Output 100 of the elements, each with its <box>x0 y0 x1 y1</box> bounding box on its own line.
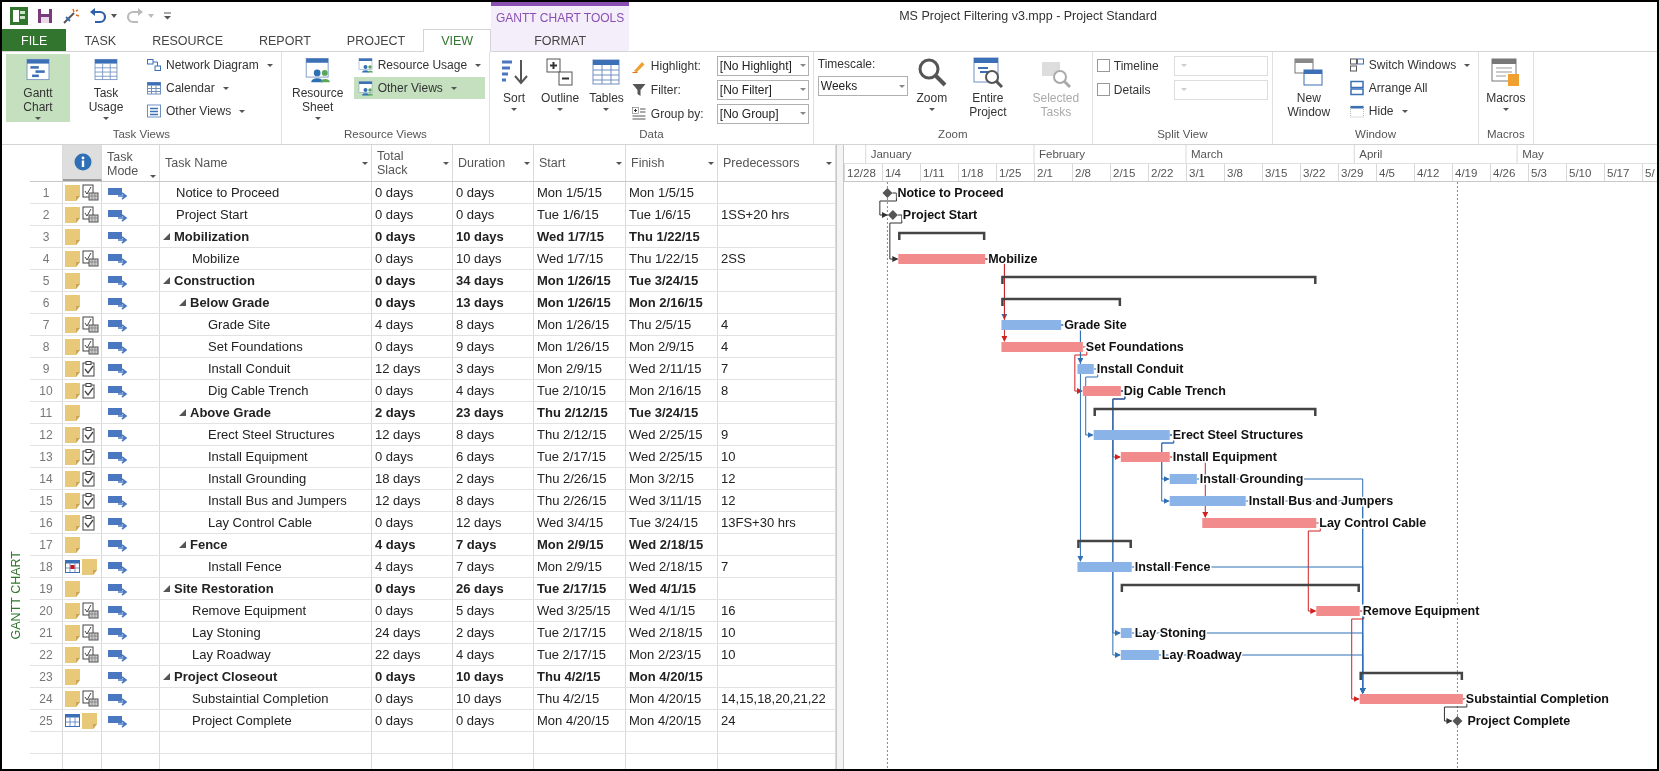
undo-icon[interactable] <box>89 7 107 24</box>
ribbon-button[interactable]: Sort <box>494 54 535 122</box>
summary-bar[interactable] <box>1359 671 1464 680</box>
summary-bar[interactable] <box>1001 275 1317 284</box>
auto-scheduled-icon <box>108 493 128 508</box>
caret-icon[interactable] <box>150 175 156 178</box>
summary-bar[interactable] <box>1001 297 1122 306</box>
week-label: 4/19 <box>1455 167 1478 179</box>
ribbon-button[interactable]: Other Views <box>353 77 486 99</box>
ribbon-button[interactable]: Resource Sheet <box>285 54 350 122</box>
milestone-diamond[interactable] <box>882 188 893 198</box>
field-label: Group by: <box>650 106 705 121</box>
ribbon-button[interactable]: Network Diagram <box>142 54 277 76</box>
table-cell: 2 days <box>372 402 453 423</box>
bar-label: Mobilize <box>988 252 1038 266</box>
bar-label: Erect Steel Structures <box>1172 428 1304 442</box>
ribbon-button[interactable]: Arrange All <box>1344 77 1475 99</box>
ribbon-button[interactable]: Tables <box>586 54 627 122</box>
table-cell: Mon 2/16/15 <box>626 380 718 401</box>
row-number: 24 <box>30 688 63 709</box>
table-cell: 7 <box>721 559 729 574</box>
ribbon-button[interactable]: Macros <box>1483 54 1529 122</box>
table-cell: Wed 4/1/15 <box>626 600 718 621</box>
table-cell: Mon 3/2/15 <box>626 468 718 489</box>
collapse-triangle-icon[interactable] <box>163 673 170 680</box>
column-header[interactable]: Total Slack <box>377 149 437 177</box>
checkbox[interactable] <box>1096 59 1110 72</box>
clipboard-check-icon <box>82 426 96 443</box>
clipboard-calendar-icon <box>82 602 99 619</box>
table-cell: 12 days <box>372 490 453 511</box>
ribbon-button[interactable]: Zoom <box>911 54 952 122</box>
summary-bar[interactable] <box>1093 407 1317 416</box>
column-header[interactable]: Task Mode <box>107 150 144 178</box>
caret-icon <box>239 109 246 113</box>
timescale-dropdown[interactable]: Weeks <box>817 76 908 96</box>
ribbon-button[interactable]: Switch Windows <box>1344 54 1475 76</box>
save-icon[interactable] <box>37 7 53 24</box>
clipboard-check-icon <box>82 382 96 399</box>
caret-icon[interactable] <box>443 161 449 165</box>
dropdown-field[interactable]: [No Highlight] <box>716 55 809 76</box>
row-number: 25 <box>30 710 63 731</box>
checkbox[interactable] <box>1096 83 1110 96</box>
table-cell: Mon 4/20/15 <box>626 688 718 709</box>
table-cell: Mon 2/9/15 <box>534 556 626 577</box>
collapse-triangle-icon[interactable] <box>179 409 186 416</box>
week-label: 3/1 <box>1189 167 1205 179</box>
summary-bar[interactable] <box>1120 583 1360 592</box>
dropdown-field[interactable] <box>1173 55 1268 76</box>
ribbon-button[interactable]: Other Views <box>142 100 277 122</box>
ribbon-button[interactable]: Resource Usage <box>353 54 486 76</box>
ribbon-button[interactable]: Calendar <box>142 77 277 99</box>
summary-bar[interactable] <box>898 231 986 240</box>
caret-icon[interactable] <box>616 161 622 165</box>
caret-icon[interactable] <box>826 161 832 165</box>
summary-bar[interactable] <box>1077 539 1132 548</box>
table-cell: 10 days <box>453 248 534 269</box>
filter-icon <box>630 81 647 98</box>
milestone-diamond[interactable] <box>1452 716 1463 726</box>
column-header[interactable]: Duration <box>458 156 506 170</box>
ribbon-button[interactable]: Outline <box>538 54 583 122</box>
app-icon[interactable] <box>10 6 28 25</box>
table-cell: Tue 2/17/15 <box>534 578 626 599</box>
collapse-triangle-icon[interactable] <box>163 277 170 284</box>
caret-icon[interactable] <box>524 161 530 165</box>
clipboard-check-icon <box>82 492 96 509</box>
caret-icon[interactable] <box>111 13 117 18</box>
column-header[interactable]: Start <box>539 156 566 170</box>
customize-icon[interactable] <box>163 11 172 21</box>
column-header[interactable]: Predecessors <box>723 156 800 170</box>
column-header[interactable]: Finish <box>631 156 665 170</box>
collapse-triangle-icon[interactable] <box>163 585 170 592</box>
table-cell: Wed 2/18/15 <box>626 556 718 577</box>
milestone-diamond[interactable] <box>887 210 898 220</box>
ribbon-button[interactable]: Task Usage <box>74 54 138 122</box>
task-name: Set Foundations <box>208 339 303 354</box>
ribbon-tab[interactable]: FILE <box>2 29 67 51</box>
table-cell: 12 <box>721 493 736 508</box>
task-name: Project Closeout <box>174 669 278 684</box>
collapse-triangle-icon[interactable] <box>179 299 186 306</box>
ribbon-button[interactable]: Hide <box>1344 100 1475 122</box>
collapse-triangle-icon[interactable] <box>179 541 186 548</box>
collapse-triangle-icon[interactable] <box>163 233 170 240</box>
dropdown-field[interactable]: [No Filter] <box>716 79 809 100</box>
ribbon-button[interactable]: New Window <box>1276 54 1341 122</box>
dropdown-field[interactable]: [No Group] <box>716 103 809 124</box>
table-cell: 22 days <box>372 644 453 665</box>
caret-icon[interactable] <box>708 161 714 165</box>
ribbon-button[interactable]: Gantt Chart <box>6 54 70 122</box>
table-cell: 12 days <box>372 358 453 379</box>
week-label: 1/11 <box>923 167 945 179</box>
caret-icon[interactable] <box>362 161 368 165</box>
touch-mode-icon[interactable] <box>62 6 80 25</box>
ribbon-button[interactable]: Entire Project <box>955 54 1020 122</box>
group-label: Zoom <box>937 127 969 142</box>
caret-icon <box>1401 109 1408 113</box>
clipboard-check-icon <box>82 514 96 531</box>
ribbon-tab[interactable]: VIEW <box>423 29 492 52</box>
dropdown-field[interactable] <box>1173 79 1268 100</box>
row-number: 13 <box>30 446 63 467</box>
column-header[interactable]: Task Name <box>165 156 228 170</box>
